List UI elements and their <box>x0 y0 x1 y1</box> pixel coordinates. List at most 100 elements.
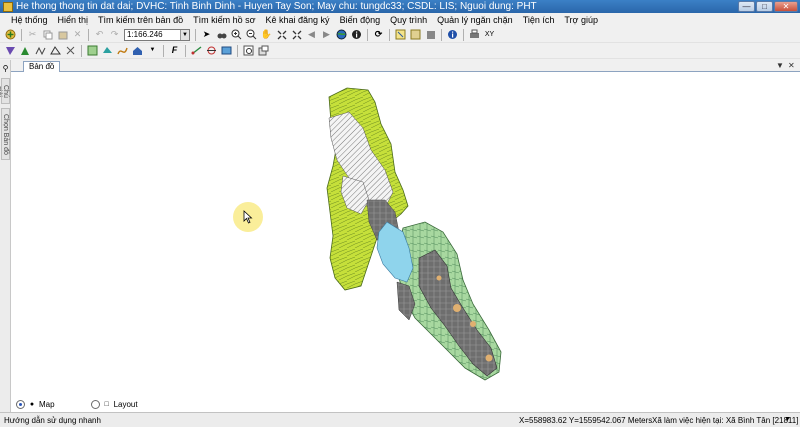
add-data-icon[interactable] <box>4 28 17 41</box>
refresh-icon[interactable]: ⟳ <box>372 28 385 41</box>
copy-icon[interactable] <box>41 28 54 41</box>
edit-tool-icon[interactable] <box>19 44 32 57</box>
info-icon[interactable] <box>446 28 459 41</box>
xy-coordinate-icon[interactable]: XY <box>483 28 496 41</box>
snap-icon[interactable] <box>205 44 218 57</box>
clear-selection-icon[interactable] <box>409 28 422 41</box>
layout-view-radio[interactable] <box>90 400 100 409</box>
window-controls: — □ ✕ <box>738 1 798 12</box>
map-preview-icon[interactable] <box>242 44 255 57</box>
toolbar-separator <box>441 28 442 41</box>
map-view-radio[interactable] <box>16 400 25 409</box>
full-extent-globe-icon[interactable] <box>335 28 348 41</box>
side-panel-strip: ⚲ Chú giải Chọn Bản đồ <box>0 60 11 412</box>
orange-land-spot <box>453 304 461 312</box>
close-tab-icon[interactable]: ✕ <box>788 60 795 71</box>
topology-icon[interactable] <box>34 44 47 57</box>
menu-quan-ly-ngan-chan[interactable]: Quản lý ngăn chặn <box>432 15 518 25</box>
legend-panel-tab[interactable]: Chú giải <box>0 78 10 104</box>
orange-land-spot <box>470 321 476 327</box>
app-icon <box>3 1 13 12</box>
minimize-icon[interactable]: — <box>738 1 755 12</box>
forward-extent-icon[interactable]: ▶ <box>320 28 333 41</box>
menu-bien-dong[interactable]: Biến động <box>335 15 386 25</box>
find-icon[interactable] <box>215 28 228 41</box>
menu-ke-khai-dang-ky[interactable]: Kê khai đăng ký <box>261 15 335 25</box>
status-workspace[interactable]: Xã làm việc hiện tại: Xã Bình Tân [21811… <box>652 416 798 425</box>
menu-tro-giup[interactable]: Trợ giúp <box>559 15 603 25</box>
toolbar-separator <box>195 28 196 41</box>
toolbar-separator <box>81 44 82 57</box>
draw-line-icon[interactable] <box>116 44 129 57</box>
orange-land-spot <box>485 354 493 362</box>
workspace-dropdown-icon[interactable]: ▼ <box>784 416 791 423</box>
cut-icon[interactable]: ✂ <box>26 28 39 41</box>
pan-hand-icon[interactable]: ✋ <box>260 28 273 41</box>
map-view-label: Map <box>39 400 55 409</box>
menu-hien-thi[interactable]: Hiển thị <box>53 15 94 25</box>
map-canvas[interactable] <box>11 72 800 397</box>
layer-manager-icon[interactable] <box>4 44 17 57</box>
land-layer-icon[interactable] <box>101 44 114 57</box>
document-tabstrip: Bản đồ ▼ ✕ <box>11 60 800 73</box>
close-icon[interactable]: ✕ <box>774 1 798 12</box>
toolbar-separator <box>367 28 368 41</box>
map-view-icon: ● <box>29 400 35 408</box>
stop-icon[interactable] <box>424 28 437 41</box>
window-title: He thong thong tin dat dai; DVHC: Tinh B… <box>16 1 537 12</box>
delete-icon[interactable]: ✕ <box>71 28 84 41</box>
zoom-in-icon[interactable] <box>230 28 243 41</box>
region-icon[interactable] <box>220 44 233 57</box>
measure-icon[interactable] <box>190 44 203 57</box>
maximize-icon[interactable]: □ <box>756 1 773 12</box>
toolbar-separator <box>463 28 464 41</box>
identify-info-icon[interactable] <box>350 28 363 41</box>
pin-icon[interactable]: ⚲ <box>1 64 10 73</box>
menu-bar: Hệ thống Hiển thị Tìm kiếm trên bản đồ T… <box>0 13 800 27</box>
editing-toolbar: ▼ F <box>0 43 800 59</box>
chevron-down-icon[interactable]: ▼ <box>180 29 189 40</box>
back-extent-icon[interactable]: ◀ <box>305 28 318 41</box>
function-icon[interactable]: F <box>168 44 181 57</box>
toolbar-separator <box>88 28 89 41</box>
print-icon[interactable] <box>468 28 481 41</box>
toolbar-separator <box>185 44 186 57</box>
menu-he-thong[interactable]: Hệ thống <box>6 15 53 25</box>
vertex-edit-icon[interactable] <box>49 44 62 57</box>
orange-land-spot <box>436 275 442 281</box>
paste-icon[interactable] <box>56 28 69 41</box>
fixed-zoom-out-icon[interactable] <box>290 28 303 41</box>
map-scale-value: 1:166.246 <box>127 29 163 39</box>
export-map-icon[interactable] <box>257 44 270 57</box>
status-help-text[interactable]: Hướng dẫn sử dụng nhanh <box>4 416 101 425</box>
dropdown-arrow-icon[interactable]: ▼ <box>146 44 159 57</box>
zoom-out-icon[interactable] <box>245 28 258 41</box>
mouse-pointer-icon <box>243 210 253 224</box>
menu-tim-kiem-ho-so[interactable]: Tìm kiếm hồ sơ <box>188 15 260 25</box>
layout-view-label: Layout <box>113 400 138 409</box>
layout-view-icon: □ <box>104 400 109 408</box>
district-map <box>326 87 502 381</box>
tab-list-dropdown-icon[interactable]: ▼ <box>776 60 784 71</box>
parcel-map-icon[interactable] <box>86 44 99 57</box>
menu-tien-ich[interactable]: Tiện ích <box>518 15 560 25</box>
title-bar: He thong thong tin dat dai; DVHC: Tinh B… <box>0 0 800 13</box>
view-switch-bar: ● Map □ Layout <box>11 397 800 412</box>
choose-map-panel-tab[interactable]: Chọn Bản đồ <box>1 108 10 160</box>
select-features-icon[interactable] <box>394 28 407 41</box>
toolbar-separator <box>237 44 238 57</box>
redo-icon[interactable]: ↷ <box>108 28 121 41</box>
status-bar: Hướng dẫn sử dụng nhanh X=558983.62 Y=15… <box>0 412 800 427</box>
main-toolbar: ✂ ✕ ↶ ↷ 1:166.246 ▼ ➤ ✋ ◀ ▶ ⟳ XY <box>0 27 800 43</box>
toolbar-separator <box>163 44 164 57</box>
home-icon[interactable] <box>131 44 144 57</box>
split-icon[interactable] <box>64 44 77 57</box>
menu-quy-trinh[interactable]: Quy trình <box>385 15 432 25</box>
toolbar-separator <box>389 28 390 41</box>
select-pointer-icon[interactable]: ➤ <box>200 28 213 41</box>
undo-icon[interactable]: ↶ <box>93 28 106 41</box>
menu-tim-kiem-ban-do[interactable]: Tìm kiếm trên bản đồ <box>93 15 188 25</box>
fixed-zoom-in-icon[interactable] <box>275 28 288 41</box>
status-coordinates: X=558983.62 Y=1559542.067 Meters <box>519 416 653 425</box>
map-scale-combobox[interactable]: 1:166.246 ▼ <box>124 28 190 41</box>
